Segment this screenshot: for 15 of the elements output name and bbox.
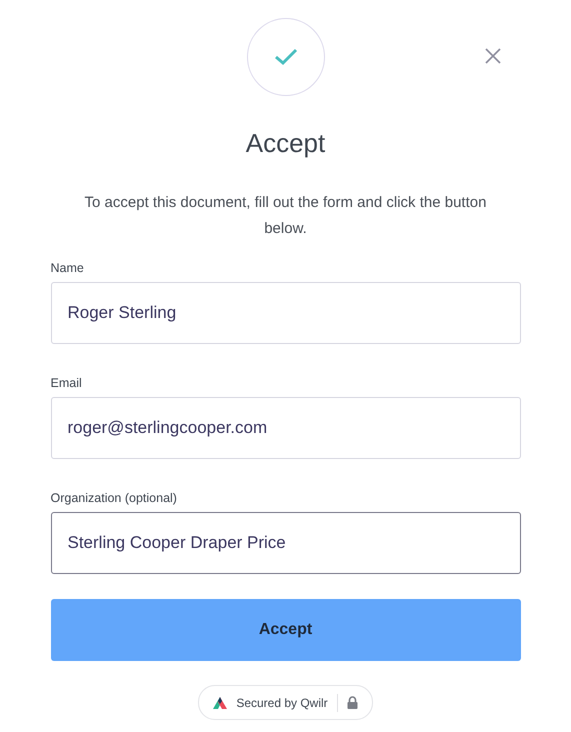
input-field[interactable]: Roger Sterling	[50, 282, 520, 344]
instructions-text: To accept this document, fill out the form and click the button below.	[84, 193, 488, 239]
badge-text: Secured by Qwilr	[236, 696, 328, 710]
accept-button[interactable]: Accept	[50, 599, 520, 661]
lock-icon	[346, 696, 358, 709]
checkmark-icon	[274, 48, 298, 66]
security-badge[interactable]: Secured by Qwilr	[198, 685, 373, 720]
field-label: Name	[50, 260, 85, 276]
input-field[interactable]: roger@sterlingcooper.com	[50, 397, 520, 459]
dialog-title: Accept	[246, 127, 326, 160]
field-label: Organization (optional)	[50, 490, 178, 506]
input-field[interactable]: Sterling Cooper Draper Price	[50, 512, 520, 574]
field-label: Email	[50, 375, 83, 391]
close-button[interactable]	[484, 47, 502, 65]
logo-icon	[213, 696, 228, 710]
